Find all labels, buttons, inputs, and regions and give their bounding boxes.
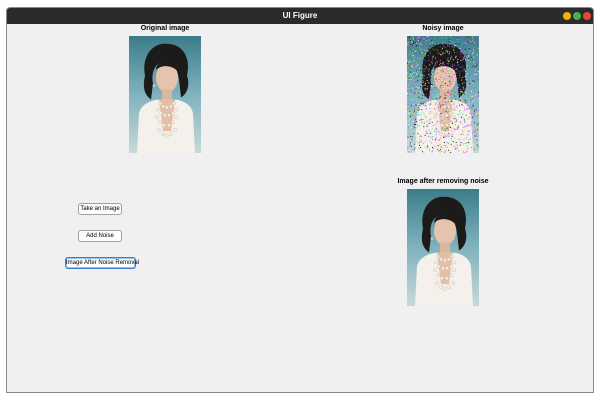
- noisy-image-title: Noisy image: [422, 25, 464, 32]
- minimize-button[interactable]: [563, 12, 571, 20]
- ui-figure-window: UI Figure Original image Noisy image Ima…: [6, 7, 594, 393]
- figure-content: Original image Noisy image Image after r…: [7, 24, 593, 392]
- noise-removal-button[interactable]: Image After Noise Removal: [65, 257, 139, 269]
- maximize-button[interactable]: [573, 12, 581, 20]
- denoised-image: [407, 189, 479, 306]
- window-title: UI Figure: [282, 11, 318, 20]
- original-image-title: Original image: [140, 25, 190, 32]
- noisy-image: [407, 36, 479, 153]
- denoised-image-title: Image after removing noise: [397, 178, 489, 185]
- add-noise-button[interactable]: Add Noise: [78, 230, 122, 242]
- title-bar: UI Figure: [7, 8, 593, 24]
- original-image: [129, 36, 201, 153]
- close-button[interactable]: [583, 12, 591, 20]
- take-image-button[interactable]: Take an Image: [78, 203, 122, 215]
